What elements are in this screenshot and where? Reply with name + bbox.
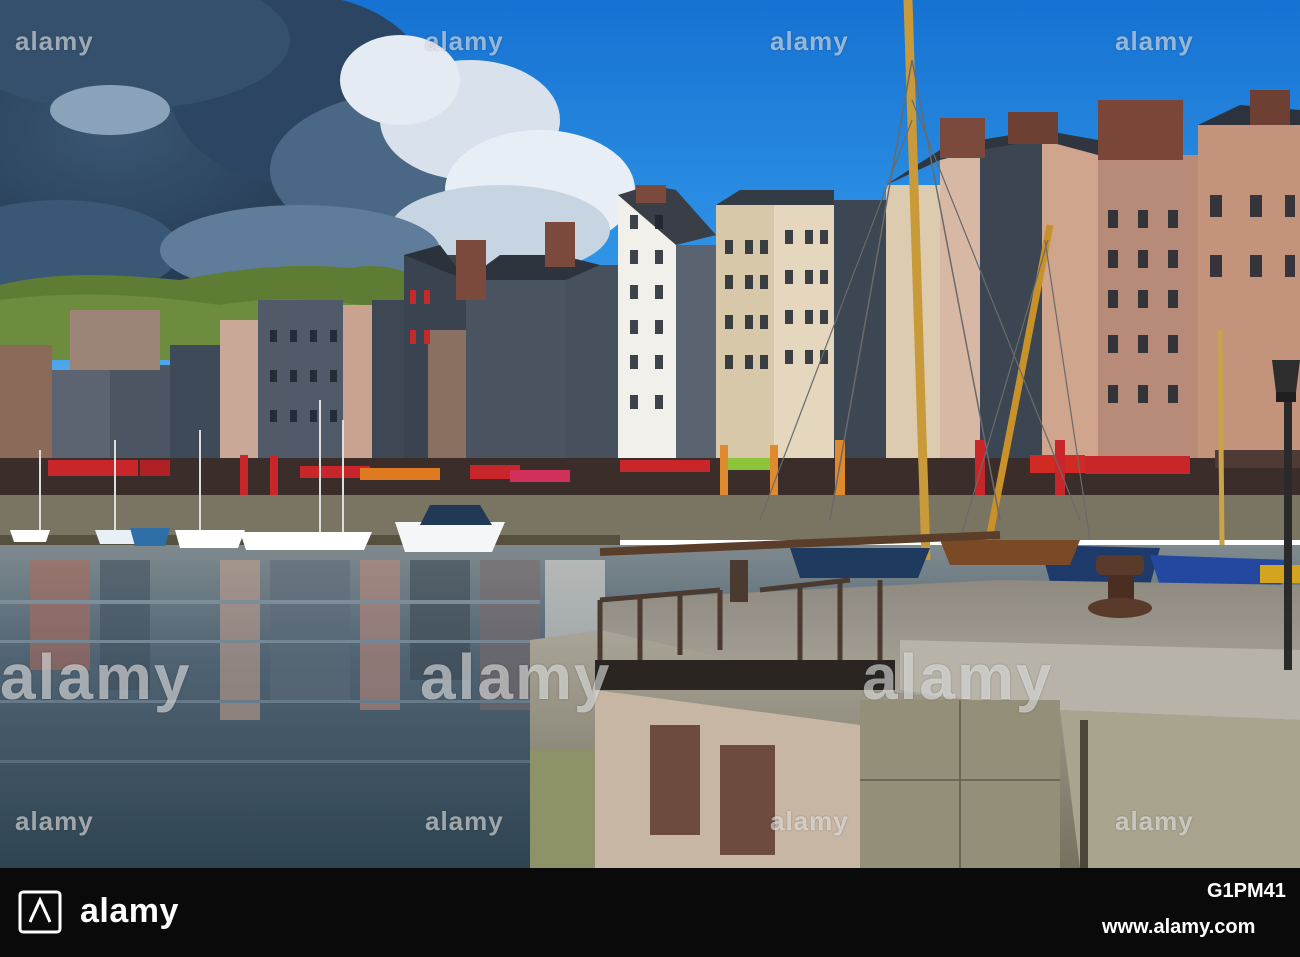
alamy-mark-icon bbox=[18, 890, 62, 934]
image-id: G1PM41 bbox=[1207, 880, 1286, 902]
alamy-wordmark: alamy bbox=[80, 892, 179, 930]
watermark-logo: alamy bbox=[0, 641, 192, 713]
site-url: www.alamy.com bbox=[1102, 916, 1256, 938]
alamy-logo: alamy bbox=[18, 886, 178, 938]
harbour-scene bbox=[0, 0, 1300, 868]
harbour-photo: alamy alamy alamy alamy alamy alamy alam… bbox=[0, 0, 1300, 957]
watermark-logo: alamy bbox=[862, 641, 1054, 713]
watermark-logo: alamy bbox=[425, 806, 504, 836]
watermark-logo: alamy bbox=[425, 26, 504, 56]
watermark-banner: alamy G1PM41 www.alamy.com bbox=[0, 868, 1300, 957]
watermark-logo: alamy bbox=[15, 806, 94, 836]
watermark-logo: alamy bbox=[1115, 26, 1194, 56]
watermark-logo: alamy bbox=[15, 26, 94, 56]
watermark-logo: alamy bbox=[420, 641, 612, 713]
watermark-logo: alamy bbox=[770, 26, 849, 56]
watermark-logo: alamy bbox=[770, 806, 849, 836]
watermark-logo: alamy bbox=[1115, 806, 1194, 836]
